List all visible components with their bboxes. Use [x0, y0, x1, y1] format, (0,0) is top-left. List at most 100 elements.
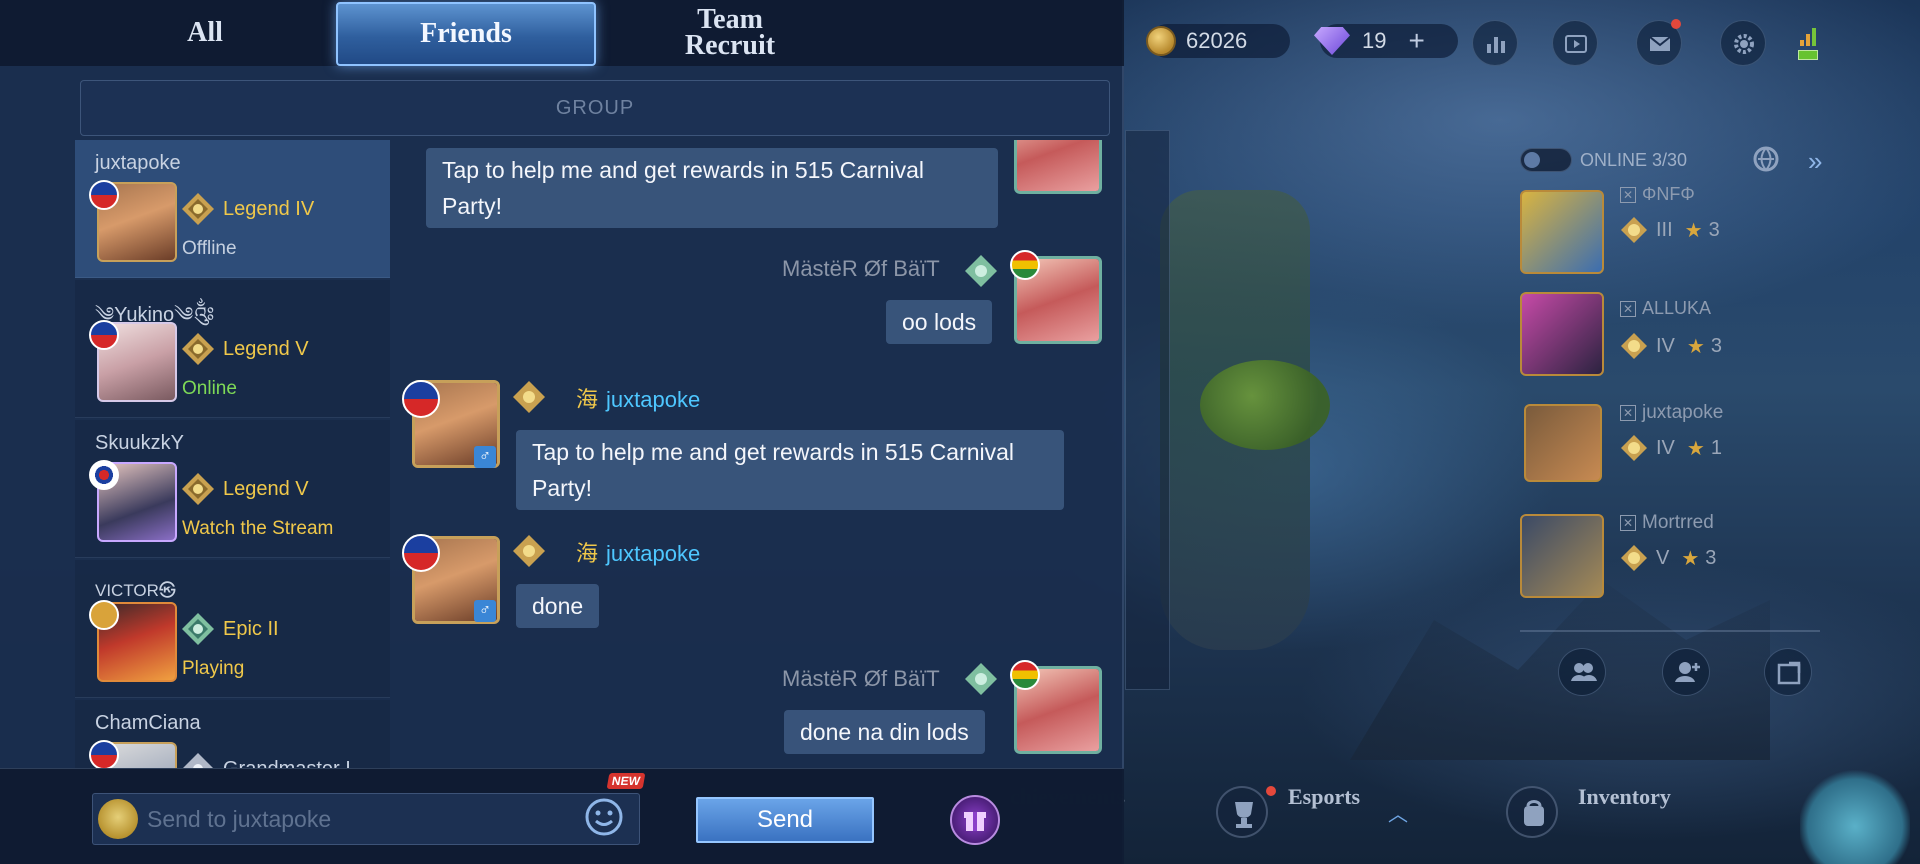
- add-friend-icon[interactable]: [1662, 648, 1710, 696]
- diamond-icon: [1314, 27, 1350, 55]
- player-avatar: [1524, 404, 1602, 482]
- online-toggle[interactable]: [1520, 148, 1572, 172]
- friend-item[interactable]: VICTOR㉿ Epic II Playing: [75, 560, 390, 698]
- share-profile-icon[interactable]: [1764, 648, 1812, 696]
- chat-input-bar: NEW Send: [0, 768, 1124, 864]
- rank-medal-icon: [1621, 435, 1647, 461]
- friend-rank: Grandmaster I: [223, 758, 351, 768]
- add-diamonds-icon[interactable]: +: [1408, 25, 1424, 57]
- diamond-counter[interactable]: 19 +: [1314, 24, 1458, 58]
- mascot-character[interactable]: [1800, 770, 1910, 864]
- emoji-icon[interactable]: [582, 795, 626, 839]
- friend-name: ChamCiana: [95, 712, 201, 734]
- island-tree: [1200, 360, 1330, 450]
- video-icon[interactable]: [1552, 20, 1598, 66]
- friend-status: Online: [182, 378, 237, 399]
- online-count-label: ONLINE 3/30: [1580, 150, 1688, 170]
- sender-name: MästëR Øf BäïT: [782, 666, 940, 691]
- philippines-flag-icon: [89, 180, 119, 210]
- player-avatar: [1520, 514, 1604, 598]
- message-bubble[interactable]: done na din lods: [784, 710, 985, 754]
- ghana-flag-icon: [1010, 250, 1040, 280]
- gift-icon[interactable]: [950, 795, 1000, 845]
- male-gender-icon: ♂: [474, 600, 496, 622]
- chat-panel: All Friends Team Recruit GROUP juxtapoke …: [0, 0, 1124, 864]
- chevron-right-icon[interactable]: »: [1808, 146, 1822, 177]
- online-friends-panel: ONLINE 3/30 » ✕ ΦNFΦ III ★ 3 ✕ ALLUKA IV ★ 3 ✕…: [1520, 140, 1830, 700]
- message-bubble[interactable]: Tap to help me and get rewards in 515 Ca…: [426, 148, 998, 228]
- globe-icon[interactable]: [1752, 145, 1780, 173]
- group-button[interactable]: GROUP: [80, 80, 1110, 136]
- friend-status: Offline: [182, 238, 237, 259]
- player-rank: IV ★ 1: [1620, 434, 1722, 462]
- philippines-flag-icon: [402, 534, 440, 572]
- online-player-row[interactable]: ✕ Mortrred V ★ 3: [1520, 512, 1820, 614]
- tab-friends[interactable]: Friends: [336, 2, 596, 66]
- tab-team-recruit[interactable]: Team Recruit: [640, 0, 820, 66]
- epic-medal-icon: [965, 255, 997, 287]
- friend-status: Playing: [182, 658, 245, 679]
- esports-label: Esports: [1288, 784, 1361, 809]
- message-bubble[interactable]: oo lods: [886, 300, 993, 344]
- philippines-flag-icon: [89, 740, 119, 768]
- send-button[interactable]: Send: [696, 797, 874, 843]
- player-rank: III ★ 3: [1620, 216, 1720, 244]
- chevron-up-icon[interactable]: ︿: [1388, 798, 1408, 827]
- gold-counter[interactable]: 62026: [1146, 24, 1290, 58]
- player-rank: V ★ 3: [1620, 544, 1716, 572]
- philippines-flag-icon: [402, 380, 440, 418]
- friend-item[interactable]: ChamCiana Grandmaster I: [75, 700, 390, 768]
- background-panel-edge: [1125, 130, 1170, 690]
- friends-list-icon[interactable]: [1558, 648, 1606, 696]
- korea-flag-icon: [89, 460, 119, 490]
- epic-medal-icon: [182, 613, 214, 645]
- online-player-row[interactable]: ✕ ΦNFΦ III ★ 3: [1520, 184, 1820, 290]
- friend-item[interactable]: SkuukzkY Legend V Watch the Stream: [75, 420, 390, 558]
- esports-notification-dot: [1266, 786, 1276, 796]
- message-bubble[interactable]: done: [516, 584, 600, 628]
- legend-medal-icon: [182, 333, 214, 365]
- ghana-flag-icon: [1010, 660, 1040, 690]
- legend-medal-icon: [513, 535, 545, 567]
- my-avatar[interactable]: [1014, 140, 1102, 194]
- stats-icon[interactable]: [1472, 20, 1518, 66]
- friend-name: juxtapoke: [95, 152, 181, 174]
- friend-status: Watch the Stream: [182, 518, 334, 539]
- settings-gear-icon[interactable]: [1720, 20, 1766, 66]
- mail-icon[interactable]: [1636, 19, 1682, 66]
- player-name: ✕ ALLUKA: [1620, 298, 1711, 319]
- voice-message-icon[interactable]: [98, 799, 138, 839]
- player-name: ✕ juxtapoke: [1620, 402, 1723, 424]
- friend-rank: Legend V: [223, 338, 309, 360]
- message-bubble[interactable]: Tap to help me and get rewards in 515 Ca…: [516, 430, 1064, 510]
- legend-medal-icon: [182, 473, 214, 505]
- player-name: ✕ ΦNFΦ: [1620, 184, 1695, 205]
- sender-name: MästëR Øf BäïT: [782, 256, 940, 281]
- friend-name: SkuukzkY: [95, 432, 184, 454]
- philippines-flag-icon: [89, 320, 119, 350]
- friend-rank: Epic II: [223, 618, 279, 640]
- legend-medal-icon: [513, 381, 545, 413]
- player-rank: IV ★ 3: [1620, 332, 1722, 360]
- player-badge-icon: [89, 600, 119, 630]
- panel-divider: [1520, 630, 1820, 632]
- rank-medal-icon: [1621, 217, 1647, 243]
- message-input[interactable]: [92, 793, 640, 845]
- sender-name: 海 juxtapoke: [576, 387, 701, 412]
- rank-medal-icon: [1621, 333, 1647, 359]
- signal-battery-icon: [1790, 18, 1820, 68]
- gold-amount: 62026: [1186, 28, 1248, 53]
- backpack-icon: [1506, 786, 1558, 838]
- tab-all[interactable]: All: [140, 0, 270, 66]
- trophy-icon: [1216, 786, 1268, 838]
- friend-item[interactable]: ༄Yukino༄༂ Legend V Online: [75, 280, 390, 418]
- online-player-row[interactable]: ✕ ALLUKA IV ★ 3: [1520, 292, 1820, 392]
- message-area: Tap to help me and get rewards in 515 Ca…: [400, 140, 1124, 768]
- friend-item[interactable]: juxtapoke Legend IV Offline: [75, 140, 390, 278]
- rank-medal-icon: [1621, 545, 1647, 571]
- male-gender-icon: ♂: [474, 446, 496, 468]
- player-name: ✕ Mortrred: [1620, 512, 1714, 534]
- online-player-row[interactable]: ✕ juxtapoke IV ★ 1: [1520, 402, 1820, 504]
- mail-notification-dot: [1671, 19, 1681, 29]
- friend-list: juxtapoke Legend IV Offline ༄Yukino༄༂ Le…: [75, 140, 390, 768]
